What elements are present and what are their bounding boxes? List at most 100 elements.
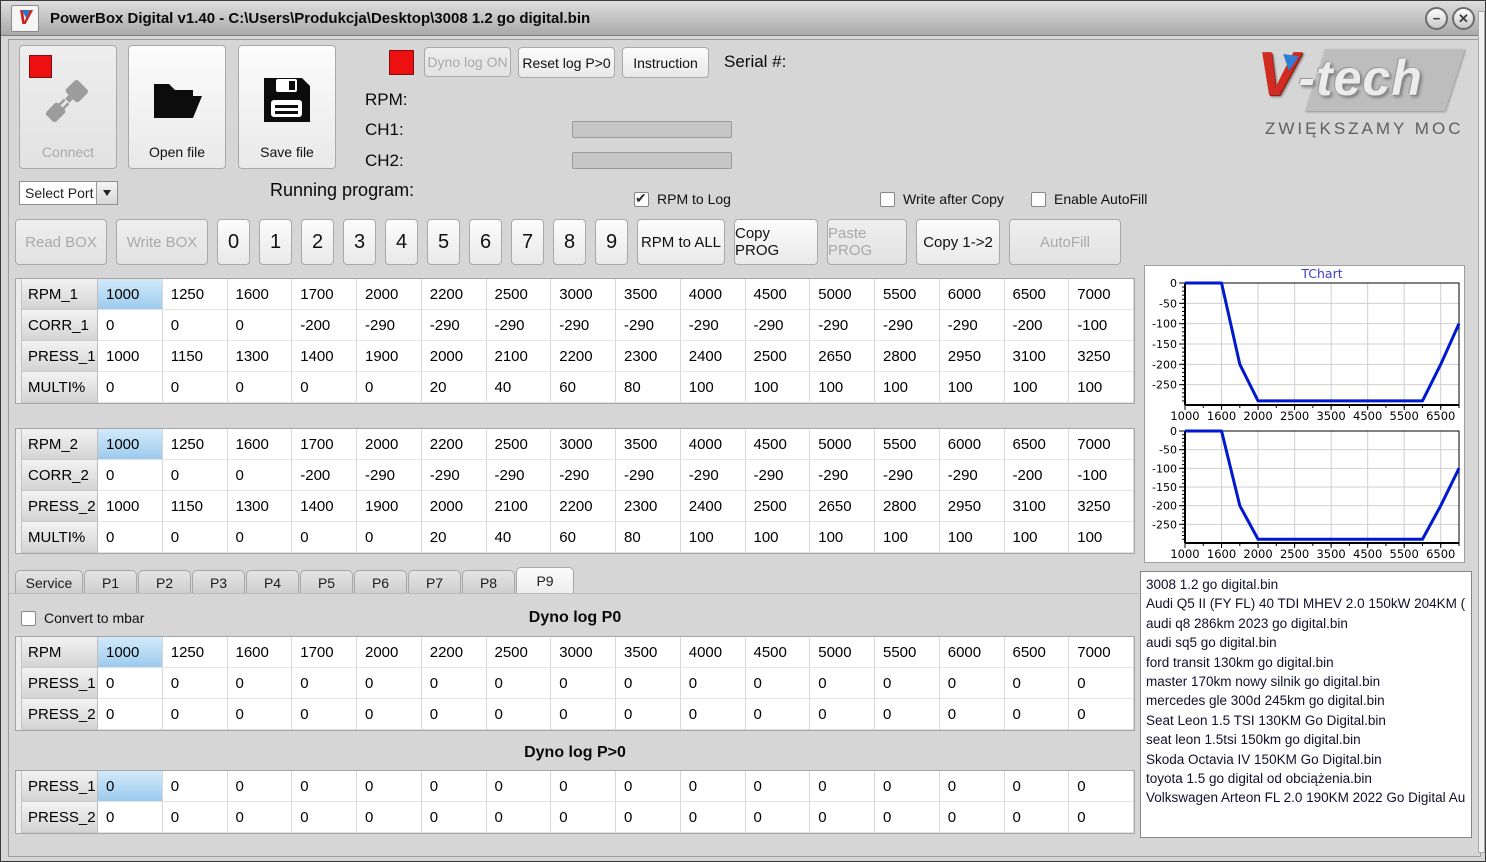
program-button-6[interactable]: 6	[469, 219, 502, 265]
cell-MULTI%-11[interactable]: 100	[810, 522, 875, 553]
cell-RPM-10[interactable]: 4500	[745, 637, 811, 668]
cell-PRESS_2-3[interactable]: 1400	[292, 491, 357, 522]
cell-CORR_2-3[interactable]: -200	[292, 460, 357, 491]
cell-RPM_2-7[interactable]: 3000	[551, 429, 616, 460]
cell-RPM_1-0[interactable]: 1000	[98, 279, 163, 310]
cell-PRESS_2-0[interactable]: 1000	[98, 491, 163, 522]
cell-PRESS_1-2[interactable]: 0	[227, 771, 293, 802]
cell-PRESS_2-12[interactable]: 0	[875, 802, 940, 833]
tab-p7[interactable]: P7	[408, 570, 461, 594]
checkbox-box[interactable]	[880, 191, 895, 207]
cell-PRESS_1-7[interactable]: 0	[551, 668, 616, 699]
program-button-7[interactable]: 7	[511, 219, 544, 265]
cell-MULTI%-15[interactable]: 100	[1069, 522, 1134, 553]
cell-PRESS_2-0[interactable]: 0	[98, 699, 163, 730]
cell-PRESS_1-12[interactable]: 2800	[875, 341, 940, 372]
program-button-4[interactable]: 4	[385, 219, 418, 265]
tab-p4[interactable]: P4	[246, 570, 299, 594]
cell-PRESS_2-5[interactable]: 0	[421, 699, 487, 730]
instruction-button[interactable]: Instruction	[622, 47, 709, 78]
cell-PRESS_1-14[interactable]: 3100	[1004, 341, 1070, 372]
file-list-item[interactable]: Seat Leon 1.5 TSI 130KM Go Digital.bin	[1146, 711, 1471, 730]
minimize-button[interactable]: −	[1425, 6, 1448, 30]
cell-MULTI%-12[interactable]: 100	[875, 372, 940, 403]
cell-CORR_1-6[interactable]: -290	[486, 310, 552, 341]
cell-RPM_1-1[interactable]: 1250	[162, 279, 228, 310]
cell-PRESS_1-15[interactable]: 0	[1069, 771, 1134, 802]
cell-MULTI%-2[interactable]: 0	[227, 372, 293, 403]
cell-PRESS_2-5[interactable]: 0	[421, 802, 487, 833]
cell-MULTI%-4[interactable]: 0	[357, 372, 422, 403]
cell-RPM_2-12[interactable]: 5500	[875, 429, 940, 460]
cell-PRESS_2-15[interactable]: 3250	[1069, 491, 1134, 522]
file-list-item[interactable]: seat leon 1.5tsi 150km go digital.bin	[1146, 730, 1471, 749]
cell-PRESS_1-6[interactable]: 0	[486, 771, 552, 802]
cell-RPM_1-11[interactable]: 5000	[810, 279, 875, 310]
cell-MULTI%-14[interactable]: 100	[1004, 372, 1070, 403]
cell-CORR_1-12[interactable]: -290	[875, 310, 940, 341]
cell-PRESS_1-12[interactable]: 0	[875, 771, 940, 802]
cell-RPM-7[interactable]: 3000	[551, 637, 616, 668]
cell-CORR_2-1[interactable]: 0	[162, 460, 228, 491]
cell-PRESS_1-14[interactable]: 0	[1004, 668, 1070, 699]
write-after-copy-checkbox[interactable]: Write after Copy	[880, 191, 1004, 207]
cell-RPM_2-2[interactable]: 1600	[227, 429, 293, 460]
cell-PRESS_2-0[interactable]: 0	[98, 802, 163, 833]
cell-PRESS_2-13[interactable]: 0	[939, 802, 1005, 833]
dropdown-button[interactable]	[96, 182, 117, 204]
select-port-dropdown[interactable]: Select Port	[19, 181, 118, 205]
checkbox-box[interactable]	[634, 190, 649, 207]
cell-PRESS_2-3[interactable]: 0	[292, 802, 357, 833]
cell-PRESS_2-11[interactable]: 0	[810, 699, 875, 730]
cell-PRESS_2-8[interactable]: 0	[616, 802, 681, 833]
cell-CORR_1-2[interactable]: 0	[227, 310, 293, 341]
cell-PRESS_2-1[interactable]: 0	[162, 802, 228, 833]
cell-MULTI%-7[interactable]: 60	[551, 372, 616, 403]
tab-p6[interactable]: P6	[354, 570, 407, 594]
cell-MULTI%-0[interactable]: 0	[98, 522, 163, 553]
cell-PRESS_1-15[interactable]: 3250	[1069, 341, 1134, 372]
cell-MULTI%-7[interactable]: 60	[551, 522, 616, 553]
cell-CORR_2-6[interactable]: -290	[486, 460, 552, 491]
cell-PRESS_1-8[interactable]: 2300	[616, 341, 681, 372]
cell-MULTI%-12[interactable]: 100	[875, 522, 940, 553]
cell-PRESS_1-5[interactable]: 0	[421, 771, 487, 802]
cell-CORR_1-7[interactable]: -290	[551, 310, 616, 341]
cell-PRESS_2-11[interactable]: 0	[810, 802, 875, 833]
cell-CORR_2-2[interactable]: 0	[227, 460, 293, 491]
cell-PRESS_2-14[interactable]: 0	[1004, 802, 1070, 833]
tab-p2[interactable]: P2	[138, 570, 191, 594]
file-list-item[interactable]: 3008 1.2 go digital.bin	[1146, 575, 1471, 594]
cell-RPM_1-6[interactable]: 2500	[486, 279, 552, 310]
cell-RPM-3[interactable]: 1700	[292, 637, 357, 668]
cell-MULTI%-3[interactable]: 0	[292, 522, 357, 553]
cell-RPM_1-3[interactable]: 1700	[292, 279, 357, 310]
cell-RPM-4[interactable]: 2000	[357, 637, 422, 668]
cell-PRESS_1-3[interactable]: 1400	[292, 341, 357, 372]
cell-PRESS_1-1[interactable]: 1150	[162, 341, 228, 372]
cell-CORR_1-0[interactable]: 0	[98, 310, 163, 341]
program-button-3[interactable]: 3	[343, 219, 376, 265]
cell-PRESS_1-10[interactable]: 2500	[745, 341, 811, 372]
cell-PRESS_2-10[interactable]: 2500	[745, 491, 811, 522]
cell-PRESS_1-13[interactable]: 0	[939, 668, 1005, 699]
tab-p3[interactable]: P3	[192, 570, 245, 594]
cell-PRESS_2-7[interactable]: 2200	[551, 491, 616, 522]
cell-PRESS_1-4[interactable]: 0	[357, 668, 422, 699]
file-list-item[interactable]: audi q8 286km 2023 go digital.bin	[1146, 614, 1471, 633]
cell-CORR_2-8[interactable]: -290	[616, 460, 681, 491]
cell-PRESS_2-15[interactable]: 0	[1069, 802, 1134, 833]
cell-PRESS_2-1[interactable]: 0	[162, 699, 228, 730]
cell-CORR_1-13[interactable]: -290	[939, 310, 1005, 341]
cell-PRESS_1-11[interactable]: 0	[810, 668, 875, 699]
cell-PRESS_1-0[interactable]: 0	[98, 771, 163, 802]
cell-PRESS_1-13[interactable]: 0	[939, 771, 1005, 802]
program-button-2[interactable]: 2	[301, 219, 334, 265]
cell-PRESS_2-1[interactable]: 1150	[162, 491, 228, 522]
cell-CORR_1-11[interactable]: -290	[810, 310, 875, 341]
cell-MULTI%-6[interactable]: 40	[486, 372, 552, 403]
cell-CORR_2-12[interactable]: -290	[875, 460, 940, 491]
checkbox-box[interactable]	[1031, 191, 1046, 207]
cell-PRESS_1-6[interactable]: 0	[486, 668, 552, 699]
cell-PRESS_2-7[interactable]: 0	[551, 802, 616, 833]
